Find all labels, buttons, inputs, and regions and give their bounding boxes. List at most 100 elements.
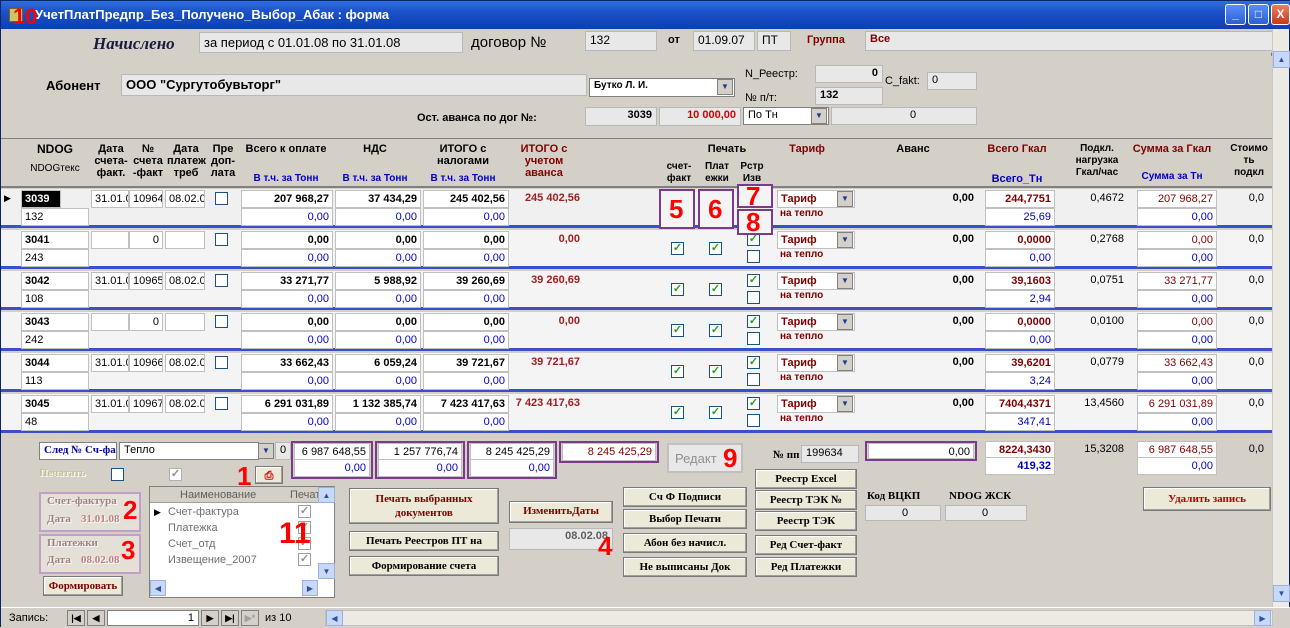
contract-date-field[interactable]: 01.09.07 bbox=[693, 31, 755, 51]
advance-contract-field[interactable]: 3039 bbox=[585, 107, 657, 126]
table-row[interactable]: 304210831.01.081096508.02.0833 271,770,0… bbox=[1, 271, 1283, 310]
edit-invoice-button[interactable]: Ред Счет-факт bbox=[755, 535, 857, 555]
prepay-checkbox[interactable] bbox=[215, 233, 228, 246]
first-record-icon[interactable]: |◀ bbox=[67, 610, 85, 626]
ndog-zhsk-field[interactable]: 0 bbox=[945, 505, 1027, 521]
print-payment-checkbox[interactable]: ✓ bbox=[169, 468, 182, 481]
minimize-button[interactable]: _ bbox=[1225, 4, 1246, 25]
payment-date[interactable]: 08.02.08 bbox=[81, 554, 120, 566]
n-reestr-field[interactable]: 0 bbox=[815, 65, 883, 83]
heat-dropdown-icon[interactable]: ▼ bbox=[258, 443, 274, 459]
manager-select[interactable]: Бутко Л. И. bbox=[589, 78, 735, 97]
group-field[interactable]: Все bbox=[865, 31, 1275, 51]
print-invoice-checkbox[interactable]: ✓ bbox=[671, 242, 684, 255]
print-payment-checkbox[interactable]: ✓ bbox=[709, 242, 722, 255]
c-fakt-field[interactable]: 0 bbox=[927, 72, 977, 90]
np-field[interactable]: 132 bbox=[815, 87, 883, 105]
print-invoice-checkbox[interactable]: ✓ bbox=[671, 324, 684, 337]
print-invoice-checkbox[interactable]: ✓ bbox=[671, 406, 684, 419]
maximize-button[interactable]: □ bbox=[1248, 4, 1269, 25]
subform-scroll-down[interactable]: ▼ bbox=[318, 563, 335, 579]
period-field[interactable]: за период с 01.01.08 по 31.01.08 bbox=[199, 32, 463, 53]
print-preview-button[interactable]: ⎙ bbox=[255, 466, 283, 484]
np-footer-value[interactable]: 199634 bbox=[801, 445, 859, 463]
invoice-date[interactable]: 31.01.08 bbox=[81, 513, 120, 525]
scroll-up-icon[interactable]: ▲ bbox=[1273, 51, 1290, 68]
tariff-dropdown-icon[interactable]: ▼ bbox=[837, 314, 853, 330]
advance-cell: 0,00 bbox=[952, 233, 974, 245]
subform-scroll-up[interactable]: ▲ bbox=[318, 487, 335, 503]
print-notice-checkbox[interactable] bbox=[747, 291, 760, 304]
code-vckp-field[interactable]: 0 bbox=[865, 505, 941, 521]
not-issued-button[interactable]: Не выписаны Док bbox=[623, 557, 747, 577]
reestr-excel-button[interactable]: Реестр Excel bbox=[755, 469, 857, 489]
reestr-tek-button[interactable]: Реестр ТЭК bbox=[755, 511, 857, 531]
contract-type-field[interactable]: ПТ bbox=[757, 31, 791, 51]
tariff-dropdown-icon[interactable]: ▼ bbox=[837, 355, 853, 371]
reestr-tek-no-button[interactable]: Реестр ТЭК № bbox=[755, 490, 857, 510]
print-payment-checkbox[interactable]: ✓ bbox=[709, 365, 722, 378]
print-notice-checkbox[interactable] bbox=[747, 250, 760, 263]
print-notice-checkbox[interactable] bbox=[747, 332, 760, 345]
prepay-checkbox[interactable] bbox=[215, 315, 228, 328]
invoice-signatures-button[interactable]: Сч Ф Подписи bbox=[623, 487, 747, 507]
delete-record-button[interactable]: Удалить запись bbox=[1143, 487, 1271, 511]
print-reestr-checkbox[interactable]: ✓ bbox=[747, 274, 760, 287]
tariff-dropdown-icon[interactable]: ▼ bbox=[837, 273, 853, 289]
last-record-icon[interactable]: ▶| bbox=[221, 610, 239, 626]
subform-print-checkbox[interactable]: ✓ bbox=[298, 553, 311, 566]
form-invoice-button[interactable]: Формирование счета bbox=[349, 556, 499, 576]
subscriber-name-field[interactable]: ООО "Сургутобувьторг" bbox=[121, 74, 587, 96]
print-selected-button[interactable]: Печать выбранных документов bbox=[349, 488, 499, 524]
subform-scroll-right[interactable]: ▶ bbox=[302, 580, 318, 596]
print-notice-checkbox[interactable] bbox=[747, 414, 760, 427]
prepay-checkbox[interactable] bbox=[215, 397, 228, 410]
per-tn-dropdown-icon[interactable]: ▼ bbox=[811, 108, 827, 124]
vertical-scrollbar[interactable]: ▲ ▼ bbox=[1272, 29, 1290, 609]
next-record-icon[interactable]: ▶ bbox=[201, 610, 219, 626]
prepay-checkbox[interactable] bbox=[215, 274, 228, 287]
scroll-right-icon[interactable]: ▶ bbox=[1254, 610, 1271, 626]
heat-select[interactable]: Тепло bbox=[119, 442, 259, 460]
table-row[interactable]: 3041 243 0 0,00 0,00 0,00 0,00 0,00 0,00 0,00 ✓ ✓ ✓ Т… bbox=[1, 230, 1283, 269]
print-reestr-checkbox[interactable]: ✓ bbox=[747, 397, 760, 410]
prepay-checkbox[interactable] bbox=[215, 356, 228, 369]
edit-payments-button[interactable]: Ред Платежки bbox=[755, 557, 857, 577]
print-payment-checkbox[interactable]: ✓ bbox=[709, 324, 722, 337]
table-row[interactable]: ▶303913231.01.081096408.02.08207 968,270… bbox=[1, 189, 1283, 228]
change-dates-button[interactable]: ИзменитьДаты bbox=[509, 501, 613, 523]
horizontal-scrollbar[interactable]: ◀ ▶ bbox=[325, 610, 1273, 626]
print-invoice-checkbox[interactable]: ✓ bbox=[671, 365, 684, 378]
tariff-dropdown-icon[interactable]: ▼ bbox=[837, 191, 853, 207]
prepay-checkbox[interactable] bbox=[215, 192, 228, 205]
subform-row[interactable]: Извещение_2007 ✓ bbox=[150, 552, 320, 568]
row-selector-icon[interactable]: ▶ bbox=[4, 189, 16, 207]
print-invoice-checkbox[interactable]: ✓ bbox=[671, 283, 684, 296]
print-invoice-checkbox[interactable] bbox=[111, 468, 124, 481]
print-reestr-checkbox[interactable]: ✓ bbox=[747, 356, 760, 369]
contract-number-field[interactable]: 132 bbox=[585, 31, 657, 51]
print-notice-checkbox[interactable] bbox=[747, 373, 760, 386]
print-payment-checkbox[interactable]: ✓ bbox=[709, 406, 722, 419]
table-row[interactable]: 3043 242 0 0,00 0,00 0,00 0,00 0,00 0,00 0,00 ✓ ✓ ✓ Т… bbox=[1, 312, 1283, 351]
record-count: из 10 bbox=[265, 612, 292, 624]
print-registers-button[interactable]: Печать Реестров ПТ на bbox=[349, 531, 499, 551]
advance-rest-field[interactable]: 10 000,00 bbox=[659, 107, 741, 126]
table-row[interactable]: 30454831.01.081096708.02.086 291 031,890… bbox=[1, 394, 1283, 433]
scroll-down-icon[interactable]: ▼ bbox=[1273, 585, 1290, 602]
print-reestr-checkbox[interactable]: ✓ bbox=[747, 315, 760, 328]
table-row[interactable]: 304411331.01.081096608.02.0833 662,430,0… bbox=[1, 353, 1283, 392]
tariff-dropdown-icon[interactable]: ▼ bbox=[837, 232, 853, 248]
no-accruals-button[interactable]: Абон без начисл. bbox=[623, 533, 747, 553]
prev-record-icon[interactable]: ◀ bbox=[87, 610, 105, 626]
form-button[interactable]: Формировать bbox=[43, 576, 123, 596]
print-payment-checkbox[interactable]: ✓ bbox=[709, 283, 722, 296]
new-record-icon[interactable]: ▶* bbox=[241, 610, 259, 626]
close-button[interactable]: X bbox=[1271, 4, 1290, 25]
scroll-left-icon[interactable]: ◀ bbox=[326, 610, 343, 626]
current-record-field[interactable]: 1 bbox=[107, 610, 199, 626]
tariff-dropdown-icon[interactable]: ▼ bbox=[837, 396, 853, 412]
manager-dropdown-icon[interactable]: ▼ bbox=[717, 79, 733, 95]
subform-scroll-left[interactable]: ◀ bbox=[150, 580, 166, 596]
print-choice-button[interactable]: Выбор Печати bbox=[623, 509, 747, 529]
